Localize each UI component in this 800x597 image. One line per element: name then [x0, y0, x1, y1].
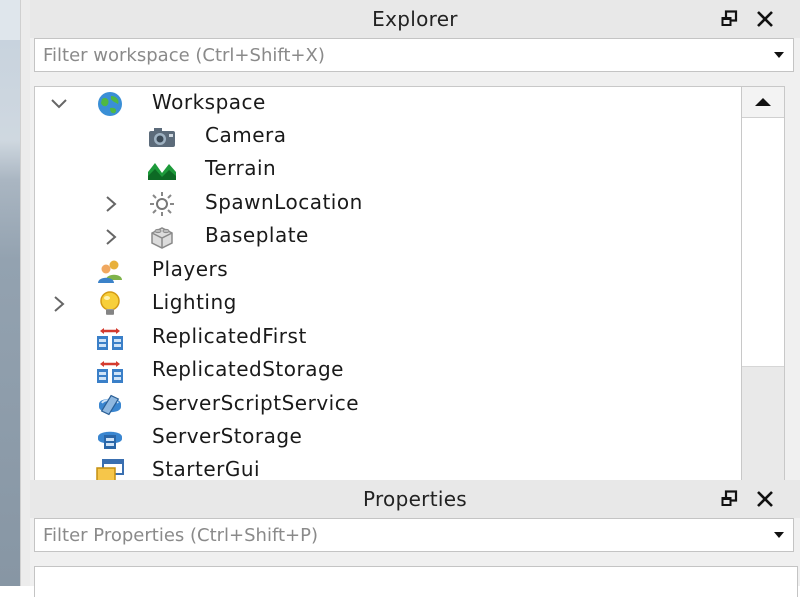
tree-item-label: ReplicatedFirst [152, 324, 307, 348]
tree-item-label: ReplicatedStorage [152, 357, 344, 381]
scroll-up-button[interactable] [742, 87, 784, 118]
dropdown-arrow-icon [774, 532, 784, 538]
explorer-filter-dropdown[interactable] [765, 41, 793, 69]
explorer-header: Explorer [30, 0, 800, 38]
tree-item-label: Terrain [205, 156, 277, 180]
close-icon [757, 11, 773, 27]
spawn-icon [147, 191, 177, 217]
terrain-icon [147, 158, 177, 184]
chevron-right-icon[interactable] [101, 227, 121, 247]
close-button[interactable] [756, 490, 774, 508]
properties-filter-dropdown[interactable] [765, 521, 793, 549]
tree-item-serverstorage[interactable]: ServerStorage [35, 422, 740, 454]
tree-item-lighting[interactable]: Lighting [35, 288, 740, 320]
explorer-filter [34, 38, 794, 72]
properties-panel: Properties [30, 480, 800, 597]
explorer-panel: Explorer Workspace [30, 0, 800, 482]
scroll-track[interactable] [742, 367, 784, 481]
explorer-title: Explorer [372, 7, 458, 31]
undock-icon [721, 10, 738, 26]
close-button[interactable] [756, 10, 774, 28]
globe-icon [95, 91, 125, 117]
explorer-scrollbar[interactable] [741, 86, 785, 482]
viewport-edge [0, 0, 20, 586]
camera-icon [147, 124, 177, 150]
tree-item-spawnlocation[interactable]: SpawnLocation [35, 188, 740, 220]
chevron-down-icon[interactable] [49, 94, 69, 114]
replicated-icon [95, 325, 125, 351]
explorer-tree: Workspace Camera Terrain SpawnLocation B… [34, 86, 743, 481]
undock-button[interactable] [720, 10, 738, 28]
properties-header: Properties [30, 480, 800, 518]
properties-title: Properties [362, 487, 468, 511]
tree-item-label: StarterGui [152, 457, 261, 481]
replicated-icon [95, 358, 125, 384]
script-service-icon [95, 392, 125, 418]
lightbulb-icon [95, 291, 125, 317]
scroll-thumb[interactable] [742, 118, 784, 367]
tree-item-label: ServerScriptService [152, 391, 360, 415]
tree-item-workspace[interactable]: Workspace [35, 88, 740, 120]
tree-item-label: Lighting [152, 290, 237, 314]
tree-item-terrain[interactable]: Terrain [35, 154, 740, 186]
undock-button[interactable] [720, 490, 738, 508]
tree-item-startergui[interactable]: StarterGui [35, 455, 740, 481]
tree-item-label: SpawnLocation [205, 190, 363, 214]
tree-item-label: ServerStorage [152, 424, 303, 448]
tree-item-label: Camera [205, 123, 287, 147]
players-icon [95, 258, 125, 284]
properties-filter [34, 518, 794, 552]
undock-icon [721, 490, 738, 506]
properties-filter-input[interactable] [35, 521, 765, 549]
arrow-up-icon [755, 98, 771, 106]
dropdown-arrow-icon [774, 52, 784, 58]
tree-item-label: Baseplate [205, 223, 309, 247]
chevron-right-icon[interactable] [49, 294, 69, 314]
tree-item-serverscriptservice[interactable]: ServerScriptService [35, 389, 740, 421]
server-storage-icon [95, 425, 125, 451]
tree-item-camera[interactable]: Camera [35, 121, 740, 153]
explorer-filter-input[interactable] [35, 41, 765, 69]
tree-item-label: Workspace [152, 90, 266, 114]
properties-list [34, 566, 798, 597]
tree-item-replicatedstorage[interactable]: ReplicatedStorage [35, 355, 740, 387]
tree-item-label: Players [152, 257, 229, 281]
tree-item-baseplate[interactable]: Baseplate [35, 221, 740, 253]
close-icon [757, 491, 773, 507]
gui-icon [95, 458, 125, 481]
part-icon [147, 224, 177, 250]
tree-item-players[interactable]: Players [35, 255, 740, 287]
tree-item-replicatedfirst[interactable]: ReplicatedFirst [35, 322, 740, 354]
chevron-right-icon[interactable] [101, 194, 121, 214]
